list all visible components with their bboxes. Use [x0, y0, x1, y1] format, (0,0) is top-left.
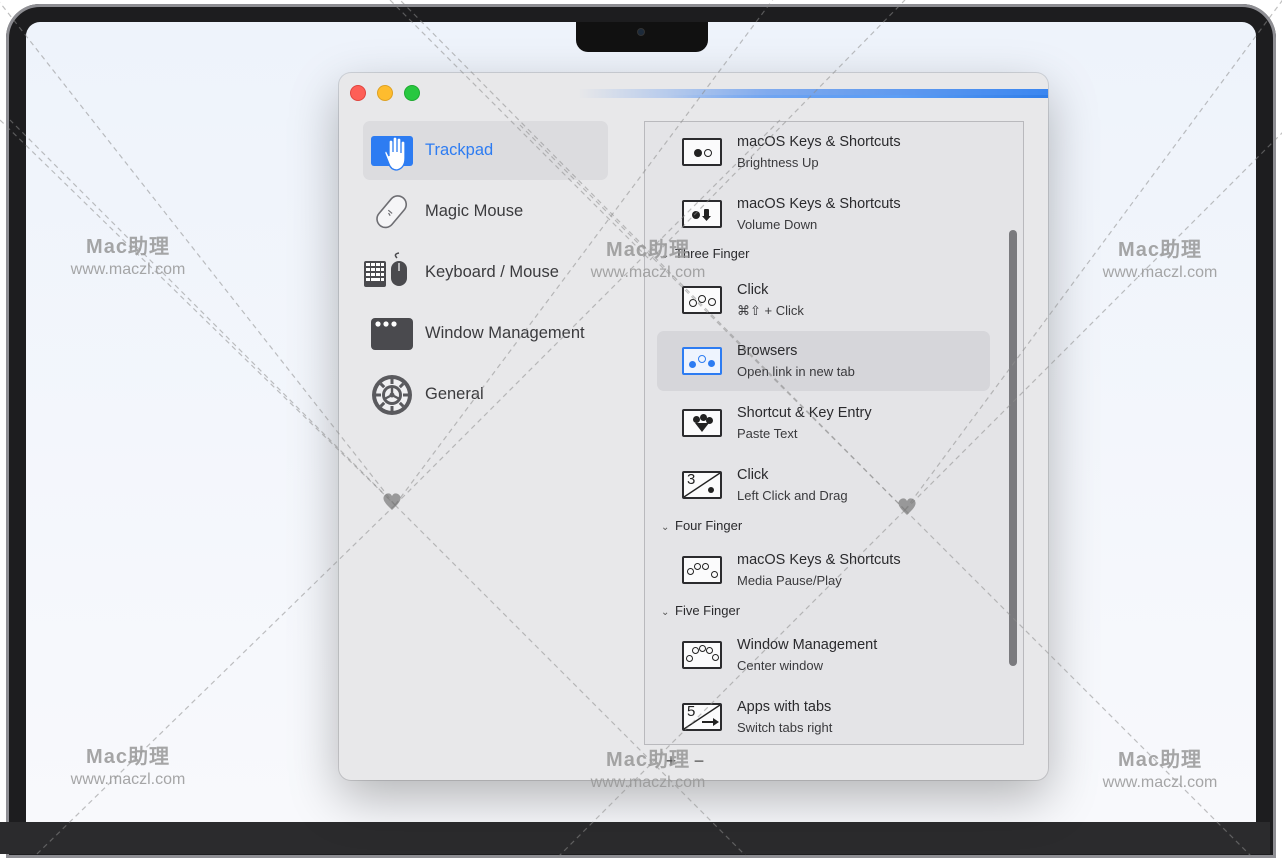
gesture-action: Media Pause/Play — [737, 573, 842, 588]
gesture-row[interactable]: macOS Keys & Shortcuts Media Pause/Play — [657, 540, 990, 600]
gesture-action: Center window — [737, 658, 823, 673]
close-button[interactable] — [350, 85, 366, 101]
sidebar-item-label: Magic Mouse — [425, 202, 524, 220]
two-finger-tap-icon — [682, 138, 722, 166]
gesture-title: macOS Keys & Shortcuts — [737, 552, 901, 568]
three-finger-drag-icon: 3 — [682, 471, 722, 499]
watermark: Mac助理 www.maczl.com — [590, 239, 706, 281]
sidebar-item-window-management[interactable]: Window Management — [363, 304, 608, 363]
gesture-action: Switch tabs right — [737, 720, 833, 735]
gear-icon — [372, 375, 412, 415]
gesture-action: Paste Text — [737, 426, 798, 441]
gesture-title: macOS Keys & Shortcuts — [737, 196, 901, 212]
watermark: Mac助理 www.maczl.com — [590, 749, 706, 791]
keyboard-mouse-icon — [364, 252, 407, 287]
gesture-row[interactable]: 5 Apps with tabs Switch tabs right — [657, 687, 990, 744]
gesture-title: Click — [737, 467, 769, 483]
gesture-title: Click — [737, 282, 769, 298]
three-finger-click-icon — [682, 286, 722, 314]
chevron-down-icon: ⌄ — [661, 607, 670, 618]
three-finger-digit: 3 — [687, 471, 696, 488]
watermark: Mac助理 www.maczl.com — [70, 236, 186, 278]
gesture-action: Volume Down — [737, 217, 818, 232]
sidebar-item-trackpad[interactable]: Trackpad — [363, 121, 608, 180]
two-finger-swipe-down-icon — [682, 200, 722, 228]
camera-icon — [637, 28, 645, 36]
five-finger-digit: 5 — [687, 703, 696, 720]
gesture-row-selected[interactable]: Browsers Open link in new tab — [657, 331, 990, 391]
sidebar-item-label: Keyboard / Mouse — [425, 263, 559, 281]
camera-notch — [576, 22, 708, 52]
watermark: Mac助理 www.maczl.com — [1102, 749, 1218, 791]
magic-mouse-icon — [376, 195, 408, 229]
trackpad-hand-icon — [371, 136, 413, 171]
gesture-title: Shortcut & Key Entry — [737, 405, 872, 421]
chevron-down-icon: ⌄ — [661, 522, 670, 533]
maximize-button[interactable] — [404, 85, 420, 101]
gesture-action: Left Click and Drag — [737, 488, 848, 503]
watermark: Mac助理 www.maczl.com — [1102, 239, 1218, 281]
gesture-title: Window Management — [737, 637, 878, 653]
sidebar-item-general[interactable]: General — [363, 365, 608, 424]
gesture-action: Brightness Up — [737, 155, 819, 170]
app-window: Trackpad Magic Mouse Keyboard / Mouse Wi… — [339, 73, 1048, 780]
gesture-row[interactable]: macOS Keys & Shortcuts Brightness Up — [657, 122, 990, 182]
section-header-five-finger[interactable]: ⌄ Five Finger — [661, 603, 740, 618]
section-header-four-finger[interactable]: ⌄ Four Finger — [661, 518, 742, 533]
gesture-row[interactable]: Shortcut & Key Entry Paste Text — [657, 393, 990, 453]
gesture-action: Open link in new tab — [737, 364, 855, 379]
sidebar-item-label: General — [425, 385, 484, 403]
gesture-title: macOS Keys & Shortcuts — [737, 134, 901, 150]
gesture-action: ⌘⇧ + Click — [737, 303, 804, 318]
minimize-button[interactable] — [377, 85, 393, 101]
title-highlight-line — [668, 95, 1048, 98]
three-finger-swipe-down-icon — [682, 409, 722, 437]
gesture-title: Browsers — [737, 343, 798, 359]
gesture-list[interactable]: macOS Keys & Shortcuts Brightness Up mac… — [644, 121, 1024, 745]
laptop-bottom-bezel — [0, 822, 1270, 854]
five-finger-click-icon — [682, 641, 722, 669]
four-finger-click-icon — [682, 556, 722, 584]
sidebar-item-label: Trackpad — [425, 141, 494, 159]
gesture-row[interactable]: Window Management Center window — [657, 625, 990, 685]
three-finger-tap-icon — [682, 347, 722, 375]
five-finger-swipe-right-icon: 5 — [682, 703, 722, 731]
gesture-row[interactable]: 3 Click Left Click and Drag — [657, 455, 990, 515]
window-icon — [371, 318, 413, 350]
gesture-title: Apps with tabs — [737, 699, 832, 715]
title-bar — [339, 73, 1048, 113]
sidebar-item-label: Window Management — [425, 324, 585, 342]
watermark: Mac助理 www.maczl.com — [70, 746, 186, 788]
scrollbar[interactable] — [1009, 230, 1017, 666]
